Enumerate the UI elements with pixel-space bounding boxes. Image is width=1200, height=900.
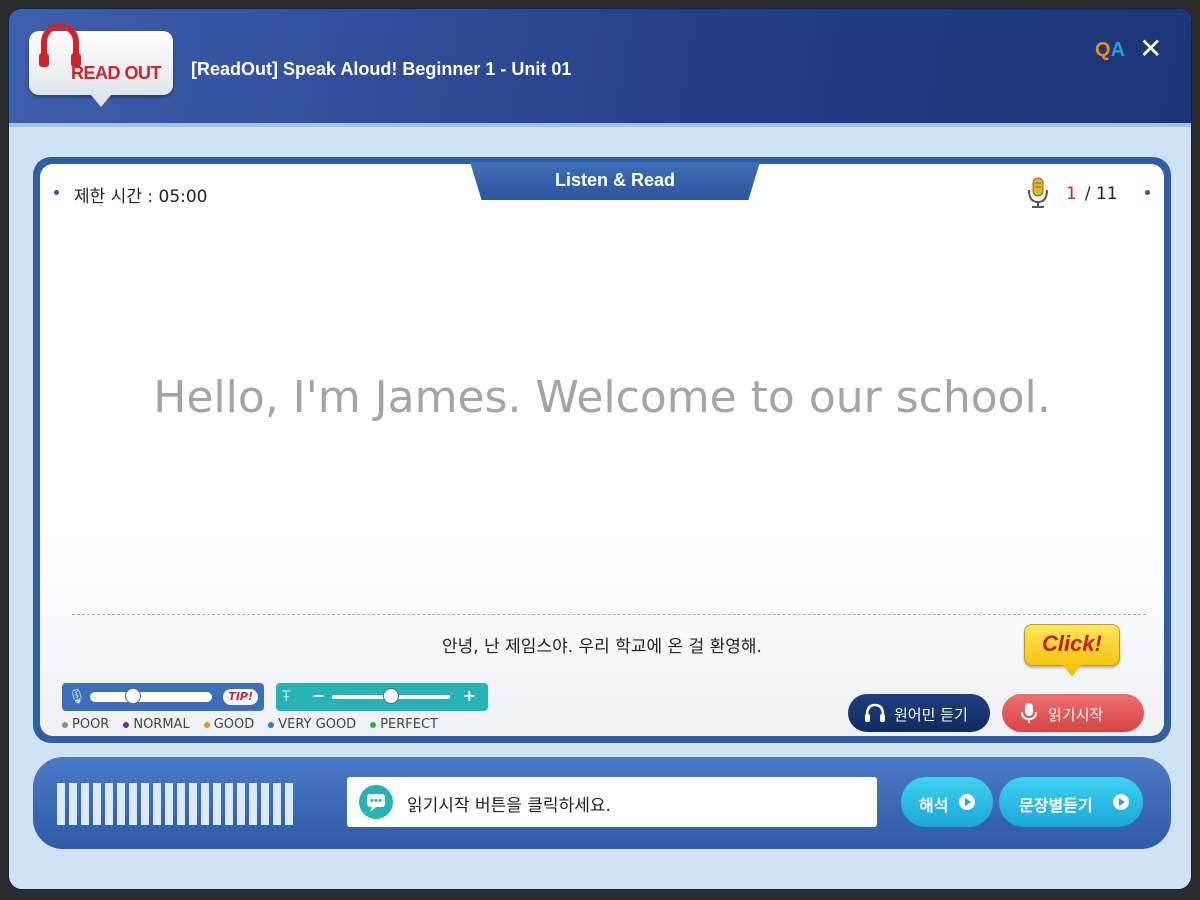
sensitivity-track [90, 692, 212, 702]
level-bar [81, 783, 89, 825]
legend-dot [123, 721, 130, 728]
click-hint-text: Click! [1042, 631, 1102, 656]
interpretation-button[interactable]: 해석 [901, 777, 993, 827]
title-bar: READ OUT [ReadOut] Speak Aloud! Beginner… [9, 9, 1191, 127]
level-bar [93, 783, 101, 825]
level-bar [69, 783, 77, 825]
score-legend: POOR NORMAL GOOD VERY GOOD PERFECT [62, 717, 438, 732]
legend-label: NORMAL [133, 717, 190, 732]
level-bar [129, 783, 137, 825]
speed-thumb[interactable] [383, 688, 399, 704]
microphone-icon [1021, 703, 1037, 723]
section-title: Listen & Read [554, 170, 676, 190]
sentence-listen-button[interactable]: 문장별듣기 [999, 777, 1143, 827]
legend-dot [268, 721, 275, 728]
audio-level-meter [57, 783, 319, 825]
level-bar [285, 783, 293, 825]
legend-label: PERFECT [380, 717, 438, 732]
lesson-panel: Listen & Read 제한 시간 : 05:00 1 / 11 Hello,… [33, 157, 1171, 743]
native-listen-label: 원어민 듣기 [894, 706, 968, 724]
close-icon[interactable]: ✕ [1139, 35, 1162, 63]
time-limit: 제한 시간 : 05:00 [74, 187, 208, 207]
interpretation-label: 해석 [919, 796, 949, 815]
level-bar [105, 783, 113, 825]
chat-bubble-icon [359, 785, 393, 819]
level-bar [261, 783, 269, 825]
legend-item: VERY GOOD [268, 717, 356, 732]
level-bar [165, 783, 173, 825]
corner-dot-right [1145, 190, 1150, 195]
korean-translation: 안녕, 난 제임스야. 우리 학교에 온 걸 환영해. [442, 637, 762, 657]
window-title: [ReadOut] Speak Aloud! Beginner 1 - Unit… [191, 59, 572, 79]
start-reading-button[interactable]: 읽기시작 [1002, 694, 1144, 732]
text-size-icon: Ŧ [282, 689, 291, 705]
legend-item: PERFECT [370, 717, 438, 732]
logo-text: READ OUT [71, 63, 162, 83]
read-out-logo: READ OUT [29, 23, 173, 107]
headset-icon [39, 23, 81, 67]
section-tab: Listen & Read [470, 162, 760, 200]
sensitivity-thumb[interactable] [124, 688, 141, 704]
level-bar [201, 783, 209, 825]
page-total: / 11 [1084, 184, 1118, 204]
plus-icon[interactable]: + [463, 688, 476, 704]
sensitivity-slider[interactable]: 🎙 TIP! [62, 683, 264, 711]
qa-a-letter: A [1110, 39, 1126, 61]
page-current: 1 [1066, 184, 1077, 204]
reading-sentence: Hello, I'm James. Welcome to our school. [153, 372, 1051, 423]
corner-dot-left [54, 190, 59, 195]
instruction-box: 읽기시작 버튼을 클릭하세요. [347, 777, 877, 827]
legend-item: GOOD [203, 717, 255, 732]
play-icon [1113, 794, 1129, 810]
level-bar [57, 783, 65, 825]
legend-item: POOR [62, 717, 109, 732]
level-bar [177, 783, 185, 825]
legend-dot [203, 721, 210, 728]
level-bar [141, 783, 149, 825]
qa-q-letter: Q [1095, 39, 1111, 61]
level-bar [153, 783, 161, 825]
legend-dot [370, 721, 377, 728]
level-bar [249, 783, 257, 825]
microphone-icon [1028, 177, 1048, 208]
legend-label: VERY GOOD [278, 717, 357, 732]
bottom-toolbar: 읽기시작 버튼을 클릭하세요. 해석 문장별듣기 [33, 757, 1171, 849]
legend-dot [62, 721, 68, 728]
level-bar [273, 783, 281, 825]
speed-slider[interactable]: Ŧ − + [276, 683, 488, 711]
level-bar [237, 783, 245, 825]
click-hint-badge: Click! [1024, 624, 1120, 677]
start-reading-label: 읽기시작 [1048, 706, 1104, 724]
level-bar [225, 783, 233, 825]
sentence-listen-label: 문장별듣기 [1019, 796, 1093, 815]
tip-label[interactable]: TIP! [223, 689, 258, 705]
minus-icon[interactable]: − [312, 688, 325, 704]
legend-label: GOOD [213, 717, 255, 732]
level-bar [213, 783, 221, 825]
level-bar [189, 783, 197, 825]
app-window: READ OUT [ReadOut] Speak Aloud! Beginner… [8, 8, 1192, 890]
lesson-content: Listen & Read 제한 시간 : 05:00 1 / 11 Hello,… [40, 162, 1164, 736]
level-bar [117, 783, 125, 825]
qa-button[interactable]: QA [1095, 39, 1125, 62]
divider [72, 614, 1146, 615]
native-listen-button[interactable]: 원어민 듣기 [848, 694, 990, 732]
play-icon [959, 794, 975, 810]
page-counter: 1 / 11 [1066, 184, 1118, 204]
microphone-small-icon: 🎙 [68, 689, 86, 705]
headset-icon [865, 703, 885, 722]
legend-item: NORMAL [123, 717, 190, 732]
legend-label: POOR [72, 717, 110, 732]
instruction-text: 읽기시작 버튼을 클릭하세요. [407, 796, 611, 816]
